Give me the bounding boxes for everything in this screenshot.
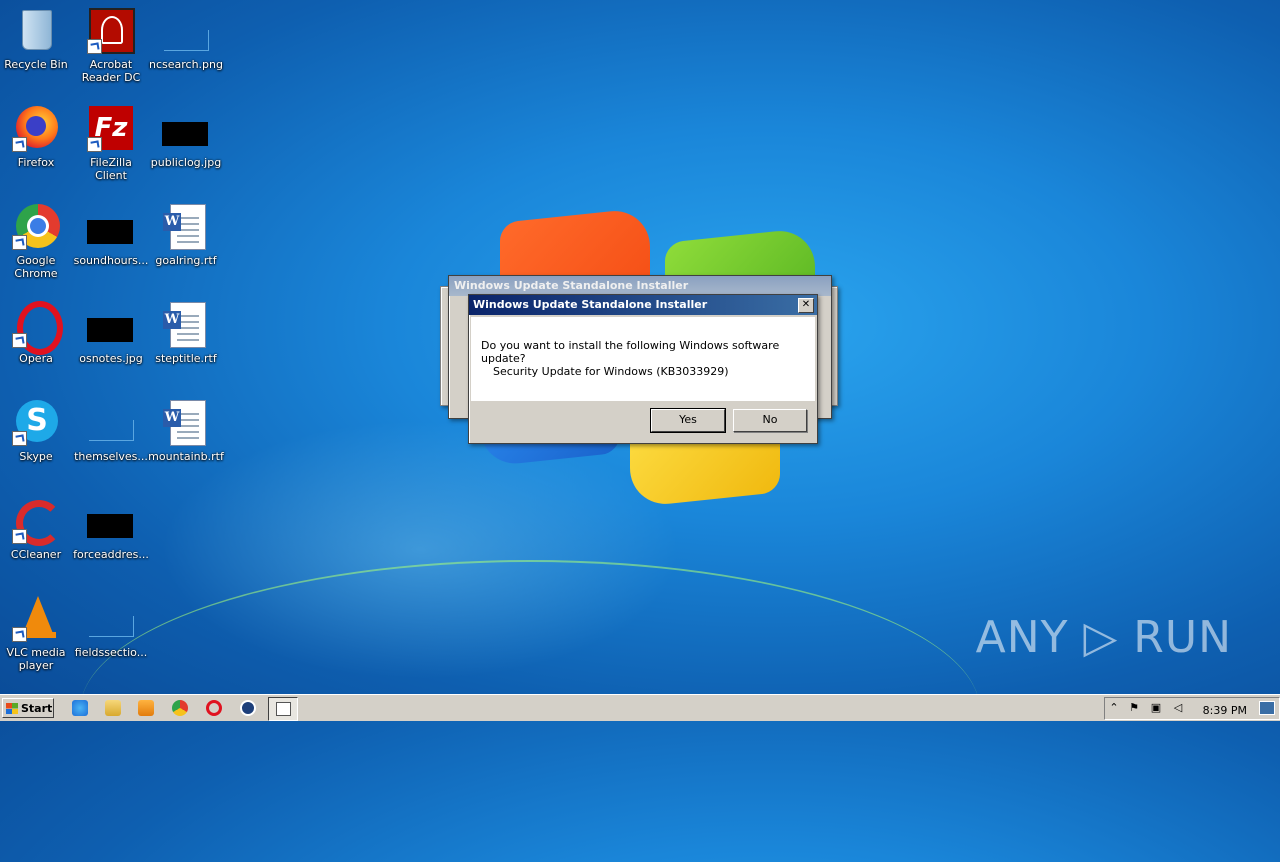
show-desktop-icon[interactable] bbox=[1259, 701, 1275, 715]
skype-icon: S bbox=[12, 398, 60, 446]
word-doc-icon: W bbox=[162, 202, 210, 250]
taskbar-window-installer[interactable] bbox=[268, 697, 298, 721]
ie-icon[interactable] bbox=[72, 700, 88, 716]
desktop-icon-google-chrome[interactable]: Google Chrome bbox=[0, 202, 74, 280]
update-name: Security Update for Windows (KB3033929) bbox=[493, 365, 729, 378]
desktop-file-publiclog[interactable]: publiclog.jpg bbox=[148, 104, 224, 169]
desktop-icon-ccleaner[interactable]: CCleaner bbox=[0, 496, 74, 561]
file-icon bbox=[87, 496, 135, 544]
dialog-titlebar[interactable]: Windows Update Standalone Installer ✕ bbox=[469, 295, 817, 315]
desktop-icon-filezilla[interactable]: Fz FileZilla Client bbox=[73, 104, 149, 182]
chrome-icon bbox=[12, 202, 60, 250]
network-icon[interactable]: ▣ bbox=[1149, 701, 1163, 715]
chrome-taskbar-icon[interactable] bbox=[172, 700, 188, 716]
file-icon bbox=[87, 398, 135, 446]
word-doc-icon: W bbox=[162, 398, 210, 446]
ccleaner-icon bbox=[12, 496, 62, 546]
file-icon bbox=[87, 594, 135, 642]
vlc-icon bbox=[12, 594, 60, 642]
desktop-file-ncsearch[interactable]: ncsearch.png bbox=[148, 6, 224, 71]
desktop-file-forceaddress[interactable]: forceaddres... bbox=[73, 496, 149, 561]
desktop-icon-vlc[interactable]: VLC media player bbox=[0, 594, 74, 672]
desktop-file-steptitle[interactable]: W steptitle.rtf bbox=[148, 300, 224, 365]
action-center-flag-icon[interactable]: ⚑ bbox=[1127, 701, 1141, 715]
close-icon[interactable]: ✕ bbox=[798, 298, 814, 313]
background-dialog-title: Windows Update Standalone Installer bbox=[449, 276, 831, 296]
jpg-file-icon bbox=[162, 104, 210, 152]
firefox-icon bbox=[12, 104, 60, 152]
opera-taskbar-icon[interactable] bbox=[206, 700, 222, 716]
clock[interactable]: 8:39 PM bbox=[1203, 704, 1247, 717]
dialog-title: Windows Update Standalone Installer bbox=[473, 298, 708, 311]
anyrun-icon[interactable] bbox=[240, 700, 256, 716]
yes-button[interactable]: Yes bbox=[650, 408, 726, 433]
desktop-file-osnotes[interactable]: osnotes.jpg bbox=[73, 300, 149, 365]
dialog-body: Do you want to install the following Win… bbox=[471, 317, 815, 401]
desktop-file-mountainb[interactable]: W mountainb.rtf bbox=[148, 398, 224, 463]
filezilla-icon: Fz bbox=[87, 104, 135, 152]
png-file-icon bbox=[162, 6, 210, 54]
desktop-file-fieldssection[interactable]: fieldssectio... bbox=[73, 594, 149, 659]
acrobat-icon bbox=[87, 6, 135, 54]
file-icon bbox=[87, 202, 135, 250]
windows-logo-icon bbox=[6, 703, 18, 714]
taskbar: Start ⌃ ⚑ ▣ ◁ 8:39 PM bbox=[0, 694, 1280, 721]
start-label: Start bbox=[21, 702, 53, 715]
desktop-icon-skype[interactable]: S Skype bbox=[0, 398, 74, 463]
recycle-bin-icon bbox=[12, 6, 60, 54]
desktop-file-goalring[interactable]: W goalring.rtf bbox=[148, 202, 224, 267]
desktop-file-themselves[interactable]: themselves... bbox=[73, 398, 149, 463]
desktop-file-soundhours[interactable]: soundhours... bbox=[73, 202, 149, 267]
no-button[interactable]: No bbox=[733, 409, 807, 432]
tray-expand-icon[interactable]: ⌃ bbox=[1107, 701, 1121, 715]
start-button[interactable]: Start bbox=[2, 698, 54, 718]
anyrun-watermark: ANY ▷ RUN bbox=[975, 612, 1232, 663]
opera-icon bbox=[12, 300, 63, 355]
dialog-question: Do you want to install the following Win… bbox=[481, 339, 780, 365]
desktop-icon-firefox[interactable]: Firefox bbox=[0, 104, 74, 169]
media-player-icon[interactable] bbox=[138, 700, 154, 716]
update-confirm-dialog: Windows Update Standalone Installer ✕ Do… bbox=[468, 294, 818, 444]
desktop-icon-opera[interactable]: Opera bbox=[0, 300, 74, 365]
desktop-icon-acrobat[interactable]: Acrobat Reader DC bbox=[73, 6, 149, 84]
volume-icon[interactable]: ◁ bbox=[1171, 701, 1185, 715]
jpg-file-icon bbox=[87, 300, 135, 348]
desktop-icon-recycle-bin[interactable]: Recycle Bin bbox=[0, 6, 74, 71]
explorer-icon[interactable] bbox=[105, 700, 121, 716]
installer-window-icon bbox=[276, 702, 291, 716]
system-tray: ⌃ ⚑ ▣ ◁ 8:39 PM bbox=[1104, 697, 1280, 720]
word-doc-icon: W bbox=[162, 300, 210, 348]
